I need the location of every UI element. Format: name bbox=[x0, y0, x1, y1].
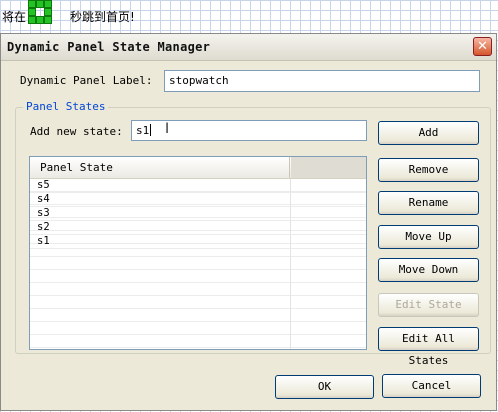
edit-state-button[interactable]: Edit State bbox=[378, 293, 479, 317]
canvas-text: 将在 秒跳到首页! bbox=[2, 8, 135, 25]
resize-handle[interactable] bbox=[28, 8, 36, 16]
ok-button[interactable]: OK bbox=[275, 375, 374, 399]
resize-handle[interactable] bbox=[28, 16, 36, 24]
list-item[interactable]: s5 bbox=[30, 179, 366, 193]
add-button[interactable]: Add bbox=[378, 121, 479, 145]
remove-button[interactable]: Remove bbox=[378, 158, 479, 182]
resize-handle[interactable] bbox=[44, 8, 52, 16]
panel-label-value: stopwatch bbox=[169, 74, 229, 87]
add-state-caption: Add new state: bbox=[30, 125, 123, 138]
resize-handle[interactable] bbox=[36, 0, 44, 8]
text-cursor-icon: I bbox=[165, 121, 170, 137]
dialog-title: Dynamic Panel State Manager bbox=[7, 40, 211, 54]
dialog-window: Dynamic Panel State Manager ✕ Dynamic Pa… bbox=[0, 33, 497, 411]
text-caret bbox=[150, 124, 152, 136]
column-header-extra[interactable] bbox=[291, 157, 366, 178]
list-rows: s5 s4 s3 s2 s1 bbox=[30, 179, 366, 349]
list-item[interactable]: s2 bbox=[30, 221, 366, 235]
list-item[interactable]: s3 bbox=[30, 207, 366, 221]
close-icon: ✕ bbox=[477, 39, 488, 54]
resize-handle[interactable] bbox=[28, 0, 36, 8]
canvas-text-left: 将在 bbox=[2, 10, 27, 24]
close-button[interactable]: ✕ bbox=[473, 37, 492, 56]
rename-button[interactable]: Rename bbox=[378, 191, 479, 215]
panel-states-list[interactable]: Panel State s5 s4 s3 s2 s1 bbox=[29, 156, 367, 350]
column-header-panel-state[interactable]: Panel State bbox=[30, 157, 290, 178]
resize-handle[interactable] bbox=[44, 0, 52, 8]
list-header: Panel State bbox=[30, 157, 366, 179]
resize-handle[interactable] bbox=[36, 16, 44, 24]
list-item[interactable]: s1 bbox=[30, 235, 366, 249]
panel-selection-handles[interactable] bbox=[28, 0, 52, 30]
panel-states-group-title: Panel States bbox=[23, 100, 109, 113]
add-state-value: s1 bbox=[136, 124, 150, 137]
title-bar[interactable]: Dynamic Panel State Manager ✕ bbox=[1, 34, 496, 61]
move-up-button[interactable]: Move Up bbox=[378, 225, 479, 249]
panel-label-input[interactable]: stopwatch bbox=[164, 70, 480, 92]
list-item[interactable]: s4 bbox=[30, 193, 366, 207]
panel-label-caption: Dynamic Panel Label: bbox=[20, 74, 153, 87]
move-down-button[interactable]: Move Down bbox=[378, 258, 479, 282]
canvas-text-right: 秒跳到首页! bbox=[70, 10, 135, 24]
cancel-button[interactable]: Cancel bbox=[382, 374, 481, 398]
edit-all-states-button[interactable]: Edit All States bbox=[378, 327, 479, 367]
resize-handle[interactable] bbox=[44, 16, 52, 24]
